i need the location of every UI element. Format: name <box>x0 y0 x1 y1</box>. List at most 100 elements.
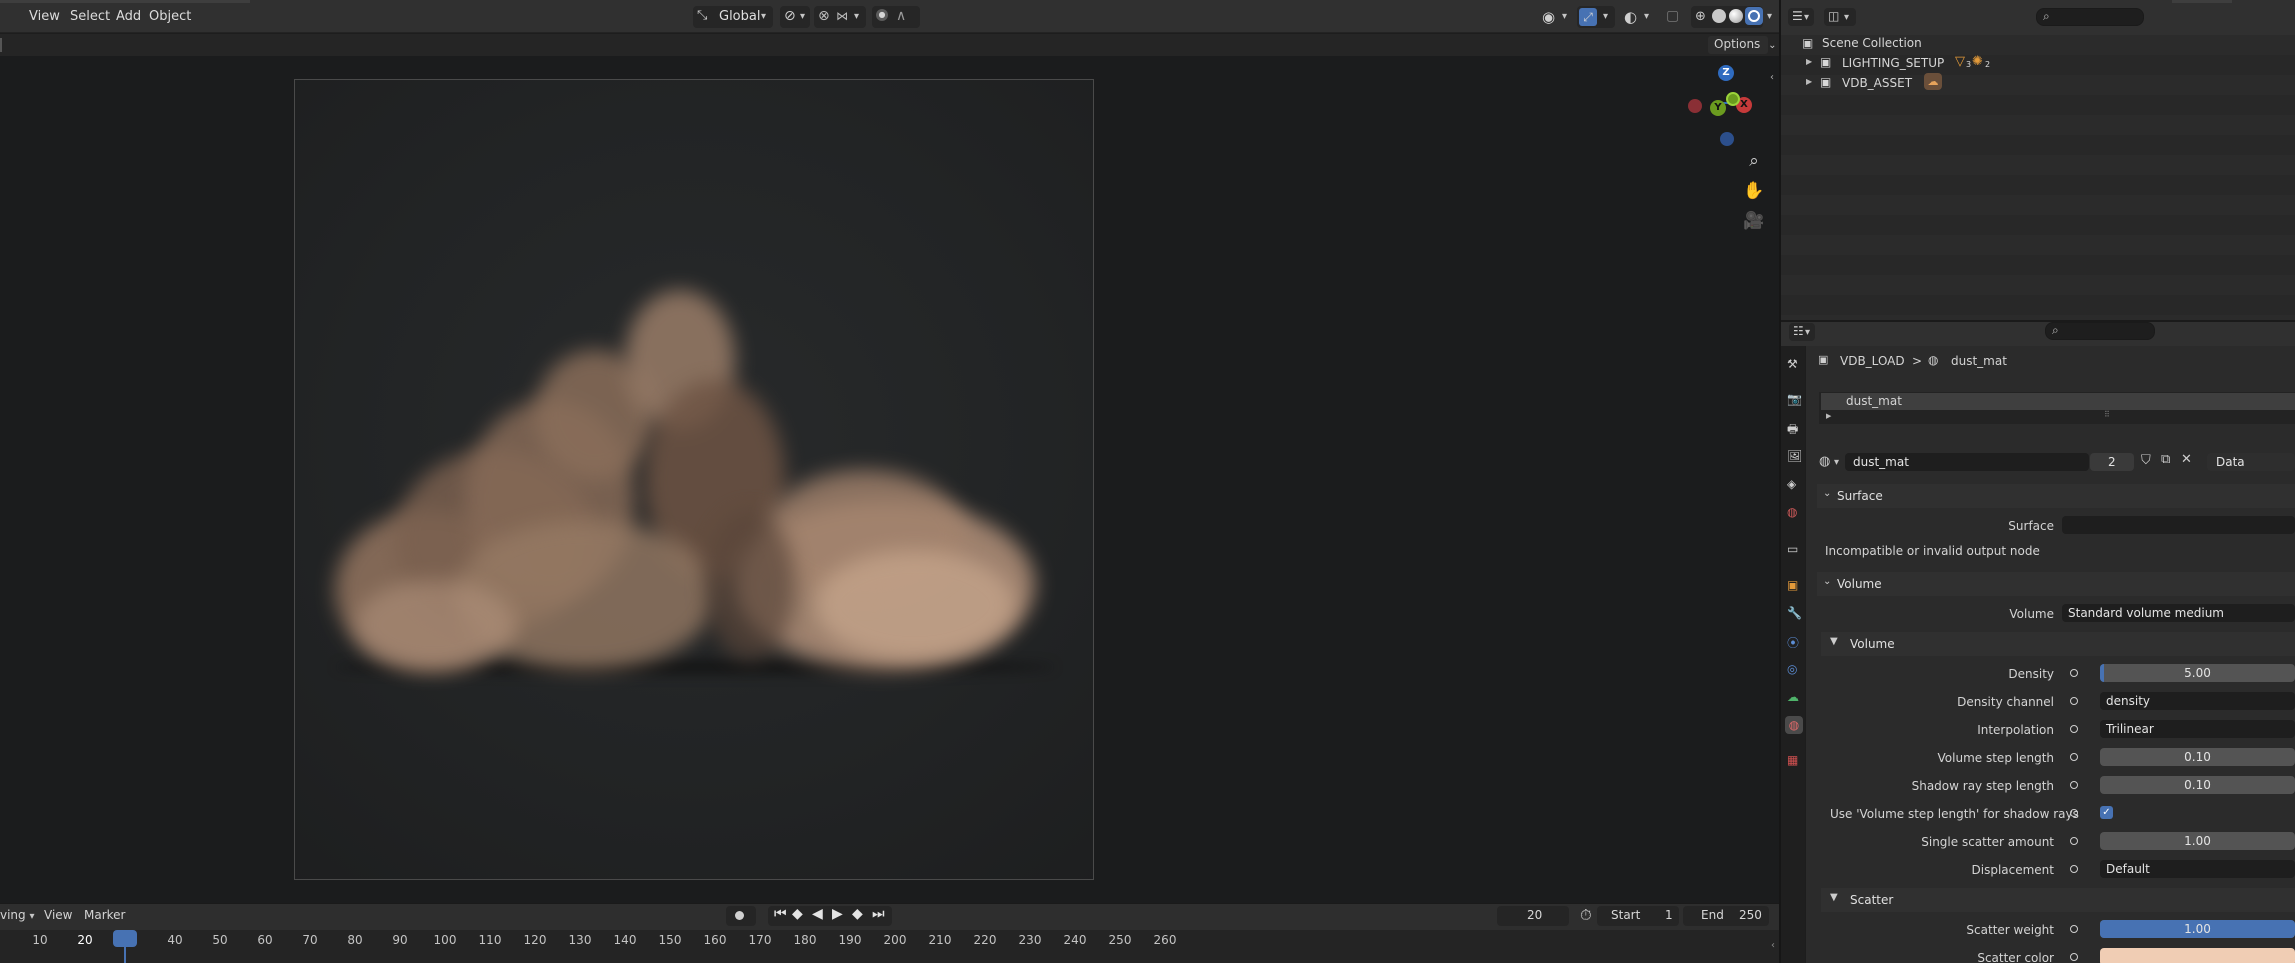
link-dropdown[interactable]: Data <box>2207 453 2295 471</box>
xray-icon[interactable]: ▢ <box>1666 8 1679 24</box>
expand-arrow-icon[interactable]: ▶ <box>1806 57 1812 66</box>
playback-dropdown[interactable]: ving ▾ <box>0 908 35 922</box>
y-axis-positive-handle[interactable] <box>1726 92 1740 106</box>
jump-start-icon[interactable]: ⏮ <box>774 906 787 922</box>
material-name-field[interactable]: dust_mat <box>1845 453 2089 471</box>
neg-x-axis-handle[interactable] <box>1688 99 1702 113</box>
y-axis-handle[interactable]: Y <box>1710 100 1726 116</box>
single-scatter-field[interactable]: 1.00 <box>2100 832 2295 850</box>
editor-type-dropdown[interactable]: ☰ ▾ <box>1788 8 1814 26</box>
socket-dot-icon[interactable] <box>2070 865 2078 873</box>
pivot-dropdown[interactable]: ⊘ ▾ <box>780 6 810 28</box>
socket-dot-icon[interactable] <box>2070 781 2078 789</box>
playhead[interactable] <box>113 930 137 947</box>
visibility-dropdown[interactable]: ◉ ▾ <box>1540 6 1574 28</box>
user-count-field[interactable]: 2 <box>2090 453 2134 471</box>
menu-select[interactable]: Select <box>70 9 110 24</box>
next-keyframe-icon[interactable]: ◆ <box>852 906 863 922</box>
prev-keyframe-icon[interactable]: ◆ <box>792 906 803 922</box>
sidebar-toggle-icon[interactable]: ‹ <box>1771 940 1775 951</box>
zoom-icon[interactable]: ⌕ <box>1741 148 1767 174</box>
volume-object-icon[interactable]: ☁ <box>1924 73 1942 90</box>
collection-tab-icon[interactable]: ▭ <box>1787 542 1801 556</box>
socket-dot-icon[interactable] <box>2070 925 2078 933</box>
render-tab-icon[interactable]: 📷 <box>1787 392 1802 406</box>
transform-orientation-dropdown[interactable]: ⤡ Global ▾ <box>693 6 773 28</box>
timeline-menu-marker[interactable]: Marker <box>84 908 125 922</box>
play-reverse-icon[interactable]: ◀ <box>812 906 823 922</box>
material-shading-icon[interactable] <box>1729 9 1743 23</box>
pan-hand-icon[interactable]: ✋ <box>1741 178 1767 204</box>
data-tab-icon[interactable]: ☁ <box>1787 690 1801 704</box>
current-frame-field[interactable]: 20 <box>1497 906 1569 926</box>
duplicate-icon[interactable]: ⧉ <box>2161 452 2170 467</box>
start-frame-field[interactable]: Start 1 <box>1597 906 1679 926</box>
camera-cone-icon[interactable]: ▽ <box>1955 54 1965 69</box>
light-icon[interactable]: ✺ <box>1972 54 1983 69</box>
socket-dot-icon[interactable] <box>2070 753 2078 761</box>
density-channel-field[interactable]: density <box>2100 692 2295 710</box>
menu-add[interactable]: Add <box>116 9 141 24</box>
fake-user-shield-icon[interactable]: ⛉ <box>2141 453 2151 468</box>
sidebar-toggle-icon[interactable]: ‹ <box>1770 72 1774 83</box>
end-frame-field[interactable]: End 250 <box>1683 906 1769 926</box>
interpolation-dropdown[interactable]: Trilinear <box>2100 720 2295 738</box>
menu-object[interactable]: Object <box>149 9 191 24</box>
gizmo-toggle[interactable]: ⤢ ▾ <box>1577 6 1615 28</box>
outliner-item-lighting-setup[interactable]: LIGHTING_SETUP <box>1842 56 1944 70</box>
navigation-gizmo[interactable]: Z X Y <box>1683 62 1763 152</box>
rendered-shading-icon[interactable] <box>1745 7 1763 25</box>
unlink-x-icon[interactable]: ✕ <box>2181 452 2192 467</box>
auto-keying-button[interactable] <box>726 906 756 926</box>
camera-view-icon[interactable]: 🎥 <box>1741 208 1767 234</box>
socket-dot-icon[interactable] <box>2070 725 2078 733</box>
output-tab-icon[interactable]: 🖶 <box>1787 420 1801 436</box>
properties-search-input[interactable]: ⌕ <box>2045 322 2155 340</box>
jump-end-icon[interactable]: ⏭ <box>872 906 885 922</box>
outliner-search-input[interactable]: ⌕ <box>2036 8 2144 26</box>
options-dropdown[interactable]: Options ⌄ <box>1708 36 1777 54</box>
outliner-item-vdb-asset[interactable]: VDB_ASSET <box>1842 76 1912 90</box>
particles-tab-icon[interactable]: ⦿ <box>1787 634 1801 650</box>
socket-dot-icon[interactable] <box>2070 697 2078 705</box>
socket-dot-icon[interactable] <box>2070 809 2078 817</box>
menu-view[interactable]: View <box>29 9 60 24</box>
modifier-tab-icon[interactable]: 🔧 <box>1787 606 1802 620</box>
texture-tab-icon[interactable]: ▦ <box>1787 753 1801 767</box>
chevron-down-icon[interactable]: ▾ <box>1767 11 1772 22</box>
tool-tab-icon[interactable]: ⚒ <box>1787 357 1801 371</box>
timeline-menu-view[interactable]: View <box>44 908 72 922</box>
surface-shader-field[interactable] <box>2062 516 2295 534</box>
view-layer-tab-icon[interactable]: 🖼 <box>1787 449 1802 463</box>
socket-dot-icon[interactable] <box>2070 953 2078 961</box>
scene-collection-label[interactable]: Scene Collection <box>1822 36 1922 50</box>
socket-dot-icon[interactable] <box>2070 669 2078 677</box>
snap-controls[interactable]: ⊗ ⋈ ▾ <box>814 6 866 28</box>
play-icon[interactable]: ▶ <box>832 906 843 922</box>
surface-panel-header[interactable] <box>1817 484 2295 508</box>
step-length-field[interactable]: 0.10 <box>2100 748 2295 766</box>
material-slot-row[interactable]: dust_mat <box>1821 393 2295 410</box>
volume-shader-field[interactable]: Standard volume medium <box>2062 604 2295 622</box>
shadow-step-field[interactable]: 0.10 <box>2100 776 2295 794</box>
neg-z-axis-handle[interactable] <box>1720 132 1734 146</box>
resize-grip-icon[interactable]: ⠿ <box>2104 410 2110 419</box>
scatter-color-swatch[interactable] <box>2100 948 2295 963</box>
socket-dot-icon[interactable] <box>2070 837 2078 845</box>
object-tab-icon[interactable]: ▣ <box>1787 578 1801 592</box>
scatter-weight-slider[interactable]: 1.00 <box>2100 920 2295 938</box>
z-axis-handle[interactable]: Z <box>1718 65 1734 81</box>
editor-type-dropdown[interactable]: ☷ ▾ <box>1789 323 1815 341</box>
volume-panel-header[interactable] <box>1817 572 2295 596</box>
use-step-checkbox[interactable]: ✓ <box>2100 806 2113 819</box>
expand-arrow-icon[interactable]: ▶ <box>1806 77 1812 86</box>
expand-arrow-icon[interactable]: ▶ <box>1826 412 1831 420</box>
shading-mode-buttons[interactable]: ⊕ <box>1691 6 1763 28</box>
displacement-dropdown[interactable]: Default <box>2100 860 2295 878</box>
preview-range-icon[interactable]: ⏱ <box>1580 906 1592 924</box>
material-browse-dropdown[interactable]: ◍ ▾ <box>1819 453 1845 471</box>
density-slider[interactable]: 5.00 <box>2100 664 2295 682</box>
world-tab-icon[interactable]: ◍ <box>1787 505 1801 519</box>
scene-tab-icon[interactable]: ◈ <box>1787 477 1801 491</box>
proportional-edit-controls[interactable]: ● ∧ <box>872 6 920 28</box>
